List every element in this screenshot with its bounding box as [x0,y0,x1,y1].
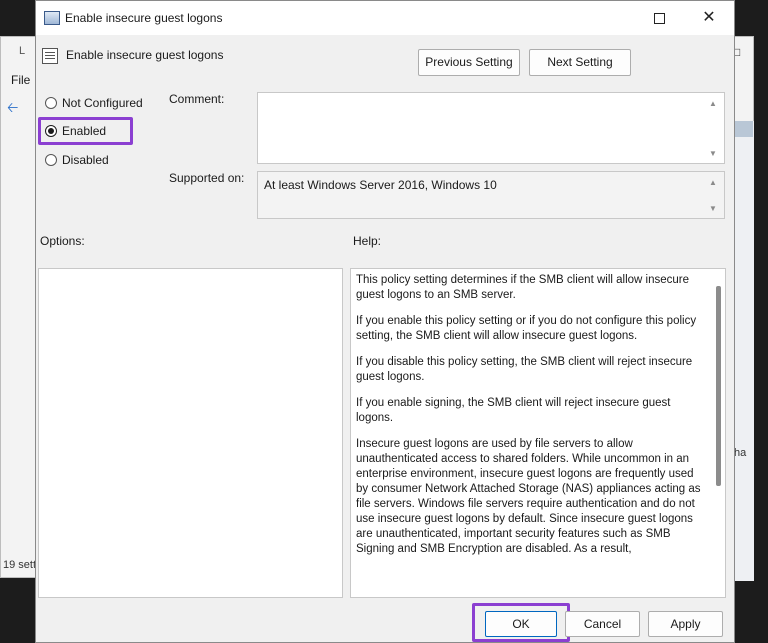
supported-on-value: At least Windows Server 2016, Windows 10 [264,178,497,192]
policy-setting-icon [44,11,60,25]
radio-not-configured-label[interactable]: Not Configured [62,96,143,110]
maximize-button[interactable] [644,7,674,29]
help-scrollbar-thumb[interactable] [716,286,721,486]
ok-highlight [472,603,570,642]
close-icon: ✕ [702,9,716,26]
background-window-title: L [19,45,26,57]
setting-name: Enable insecure guest logons [66,48,224,62]
comment-textarea[interactable]: ▲ ▼ [257,92,725,164]
help-paragraph: If you disable this policy setting, the … [356,356,693,383]
policy-setting-dialog: Enable insecure guest logons ✕ Enable in… [35,0,735,643]
help-paragraph: If you enable signing, the SMB client wi… [356,397,671,424]
radio-enabled[interactable] [45,125,57,137]
comment-label: Comment: [169,92,225,106]
scroll-up-icon[interactable]: ▲ [709,99,717,108]
scroll-up-icon[interactable]: ▲ [709,178,717,187]
previous-setting-button[interactable]: Previous Setting [418,49,520,76]
back-arrow-icon[interactable]: 🡠 [7,97,18,121]
help-label: Help: [353,234,382,248]
title-bar[interactable]: Enable insecure guest logons ✕ [36,1,734,35]
close-button[interactable]: ✕ [694,7,724,29]
radio-disabled[interactable] [45,154,57,166]
help-paragraph: If you enable this policy setting or if … [356,315,697,342]
scroll-down-icon[interactable]: ▼ [709,204,717,213]
maximize-icon [653,13,665,25]
setting-icon [42,48,58,64]
help-text: This policy setting determines if the SM… [356,273,701,568]
next-setting-button[interactable]: Next Setting [529,49,631,76]
background-list-text: ha [734,447,747,459]
dialog-title: Enable insecure guest logons [65,11,223,25]
apply-button[interactable]: Apply [648,611,723,637]
background-list-panel [734,121,754,581]
scroll-down-icon[interactable]: ▼ [709,149,717,158]
radio-disabled-label[interactable]: Disabled [62,153,109,167]
radio-enabled-label[interactable]: Enabled [62,124,106,138]
background-column-header [734,121,753,137]
help-paragraph: This policy setting determines if the SM… [356,274,689,301]
menu-file[interactable]: File [11,73,30,87]
radio-not-configured[interactable] [45,97,57,109]
help-paragraph: Insecure guest logons are used by file s… [356,438,701,555]
supported-on-field: At least Windows Server 2016, Windows 10… [257,171,725,219]
status-bar-text: 19 sett [3,559,37,571]
options-label: Options: [40,234,85,248]
options-panel [38,268,343,598]
supported-on-label: Supported on: [169,171,245,185]
cancel-button[interactable]: Cancel [565,611,640,637]
